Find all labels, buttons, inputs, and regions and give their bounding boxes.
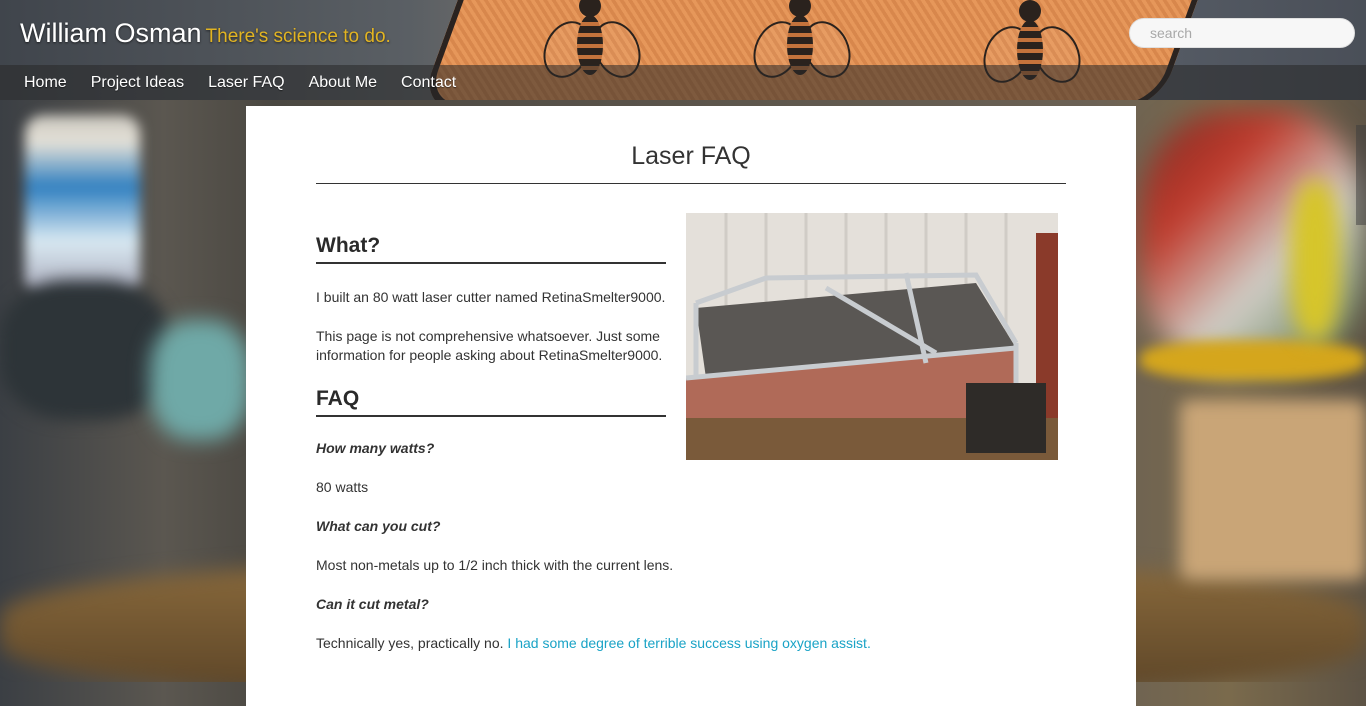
- site-branding: William Osman There's science to do.: [20, 18, 391, 49]
- faq-answer: Most non-metals up to 1/2 inch thick wit…: [316, 557, 674, 573]
- nav-home[interactable]: Home: [12, 65, 79, 100]
- nav-contact[interactable]: Contact: [389, 65, 468, 100]
- faq-answer-text: Technically yes, practically no.: [316, 635, 508, 651]
- what-paragraph: I built an 80 watt laser cutter named Re…: [316, 289, 666, 305]
- page-title: Laser FAQ: [631, 142, 751, 170]
- laser-cutter-photo: [686, 213, 1058, 460]
- faq-question: What can you cut?: [316, 518, 441, 534]
- faq-question: How many watts?: [316, 440, 435, 456]
- nav-project-ideas[interactable]: Project Ideas: [79, 65, 196, 100]
- section-heading-faq: FAQ: [316, 387, 666, 417]
- section-heading-what: What?: [316, 234, 666, 264]
- nav-laser-faq[interactable]: Laser FAQ: [196, 65, 296, 100]
- content-panel: Laser FAQ What? I built an 80 watt laser…: [246, 106, 1136, 706]
- title-divider: [316, 183, 1066, 184]
- what-paragraph: This page is not comprehensive whatsoeve…: [316, 328, 663, 363]
- faq-question: Can it cut metal?: [316, 596, 429, 612]
- site-header: William OsmanThere's science to do. Home…: [0, 0, 1366, 100]
- scrollbar[interactable]: [1356, 125, 1366, 225]
- faq-answer: Technically yes, practically no. I had s…: [316, 634, 916, 653]
- site-name[interactable]: William Osman: [20, 18, 202, 48]
- faq-answer: 80 watts: [316, 479, 369, 495]
- faq-content: What? I built an 80 watt laser cutter na…: [316, 234, 871, 653]
- nav-about-me[interactable]: About Me: [297, 65, 389, 100]
- search-input[interactable]: [1129, 18, 1355, 48]
- site-tagline: There's science to do.: [205, 26, 391, 47]
- oxygen-assist-link[interactable]: I had some degree of terrible success us…: [507, 635, 870, 651]
- main-nav: Home Project Ideas Laser FAQ About Me Co…: [0, 65, 1366, 100]
